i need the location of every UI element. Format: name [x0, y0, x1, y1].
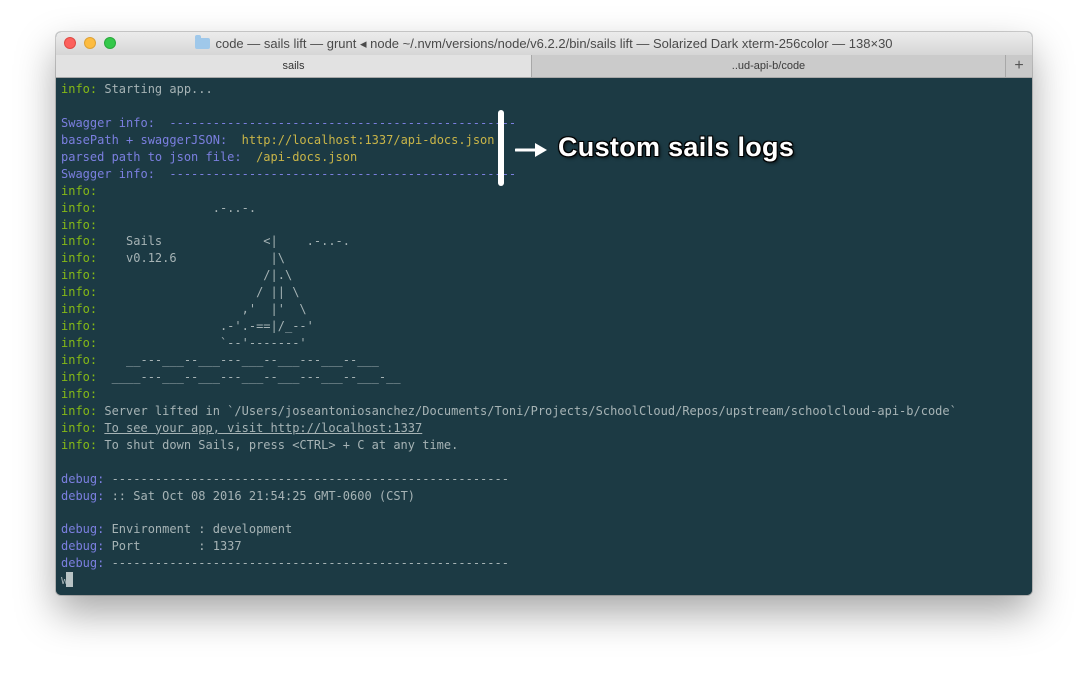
- terminal-text: / || \: [97, 285, 300, 300]
- terminal-text: http://localhost:1337/api-docs.json: [241, 132, 495, 147]
- window-title-text: code — sails lift — grunt ◂ node ~/.nvm/…: [215, 36, 893, 51]
- terminal-text: info:: [61, 302, 98, 317]
- new-tab-button[interactable]: +: [1006, 55, 1032, 77]
- terminal-text: info:: [61, 183, 98, 198]
- terminal-line: info: / || \: [61, 284, 957, 301]
- text-cursor: [66, 572, 74, 588]
- terminal-text: info:: [61, 319, 98, 334]
- terminal-line: info: `--'-------': [61, 335, 957, 352]
- terminal-text: info:: [61, 251, 98, 266]
- terminal-text: `--'-------': [97, 336, 307, 351]
- terminal-line: info: Server lifted in `/Users/joseanton…: [61, 403, 957, 420]
- terminal-line: parsed path to json file: /api-docs.json: [61, 149, 957, 166]
- terminal-text: Swagger info: --------------------------…: [61, 166, 517, 181]
- terminal-line: w: [61, 572, 957, 589]
- terminal-text: Swagger info: --------------------------…: [61, 115, 517, 130]
- tab-label: sails: [282, 60, 305, 72]
- terminal-text: info:: [61, 386, 98, 401]
- terminal-line: info: Sails <| .-..-.: [61, 233, 957, 250]
- terminal-line: info:: [61, 183, 957, 200]
- terminal-text: parsed path to json file:: [61, 149, 257, 164]
- terminal-text: Sails <| .-..-.: [97, 234, 350, 249]
- terminal-line: info: ,' |' \: [61, 301, 957, 318]
- terminal-text: info:: [61, 268, 98, 283]
- terminal-text: Environment : development: [104, 522, 293, 537]
- terminal-text: ,' |' \: [97, 302, 307, 317]
- terminal-text: info:: [61, 353, 98, 367]
- terminal-line: info: To shut down Sails, press <CTRL> +…: [61, 437, 957, 454]
- terminal-line: info: Starting app...: [61, 81, 957, 98]
- terminal-text: info:: [61, 369, 98, 384]
- terminal-text: /|.\: [97, 268, 293, 283]
- window-title: code — sails lift — grunt ◂ node ~/.nvm/…: [56, 32, 1032, 55]
- terminal-text: debug:: [61, 522, 105, 537]
- terminal-text: debug:: [61, 471, 105, 486]
- terminal-text: ----------------------------------------…: [104, 556, 509, 571]
- folder-icon: [195, 35, 211, 49]
- terminal-line: info: .-..-.: [61, 200, 957, 217]
- terminal-text: To see your app, visit http://localhost:…: [104, 420, 423, 435]
- terminal-text: info:: [61, 420, 98, 435]
- terminal-text: Port : 1337: [104, 539, 242, 554]
- terminal-text: info:: [61, 285, 98, 300]
- terminal-line: info:: [61, 217, 957, 234]
- terminal-text: info:: [61, 336, 98, 351]
- tab-bar: sails ..ud-api-b/code +: [56, 55, 1032, 78]
- title-bar[interactable]: code — sails lift — grunt ◂ node ~/.nvm/…: [56, 32, 1032, 56]
- terminal-line: debug: Port : 1337: [61, 538, 957, 555]
- terminal-line: Swagger info: --------------------------…: [61, 115, 957, 132]
- terminal-text: info:: [61, 437, 98, 452]
- terminal-line: debug: ---------------------------------…: [61, 555, 957, 572]
- terminal-text: /api-docs.json: [256, 149, 358, 164]
- terminal-line: info: /|.\: [61, 267, 957, 284]
- terminal-text: debug:: [61, 488, 105, 503]
- terminal-line: basePath + swaggerJSON: http://localhost…: [61, 132, 957, 149]
- tab-sails[interactable]: sails: [56, 55, 532, 77]
- terminal-text: v0.12.6 |\: [97, 251, 285, 266]
- terminal-line: info:: [61, 386, 957, 403]
- terminal-text: :: Sat Oct 08 2016 21:54:25 GMT-0600 (CS…: [104, 488, 416, 503]
- terminal-line: info: ____---___--___---___--___---___--…: [61, 369, 957, 386]
- terminal-line: info: To see your app, visit http://loca…: [61, 420, 957, 437]
- terminal-text: info:: [61, 200, 98, 215]
- terminal-line: debug: Environment : development: [61, 521, 957, 538]
- terminal-window: code — sails lift — grunt ◂ node ~/.nvm/…: [56, 32, 1032, 595]
- terminal-text: info:: [61, 403, 98, 418]
- terminal-line: Swagger info: --------------------------…: [61, 166, 957, 183]
- terminal-text: Server lifted in `/Users/joseantoniosanc…: [97, 403, 957, 418]
- terminal-text: info:: [61, 234, 98, 249]
- terminal-text: basePath + swaggerJSON:: [61, 132, 242, 147]
- tab-code[interactable]: ..ud-api-b/code: [532, 55, 1006, 77]
- terminal-text: info:: [61, 82, 98, 96]
- terminal-text: ____---___--___---___--___---___--___-__: [97, 369, 401, 384]
- tab-label: ..ud-api-b/code: [731, 60, 806, 72]
- terminal-text: debug:: [61, 539, 105, 554]
- terminal-text: ----------------------------------------…: [104, 471, 509, 486]
- terminal-text: .-'.-==|/_--': [97, 319, 314, 334]
- terminal-lines: info: Starting app... Swagger info: ----…: [61, 81, 957, 589]
- arrow-right-icon: [515, 143, 547, 157]
- terminal-text: Starting app...: [97, 82, 213, 96]
- terminal-line: info: v0.12.6 |\: [61, 250, 957, 267]
- annotation-bracket: [498, 110, 504, 186]
- terminal-line: debug: ---------------------------------…: [61, 471, 957, 488]
- terminal-text: info:: [61, 217, 98, 232]
- terminal-text: To shut down Sails, press <CTRL> + C at …: [97, 437, 459, 452]
- annotation-label: Custom sails logs: [558, 132, 795, 162]
- terminal-line: info: __---___--___---___--___---___--__…: [61, 352, 957, 369]
- terminal-text: .-..-.: [97, 200, 257, 215]
- terminal-line: debug: :: Sat Oct 08 2016 21:54:25 GMT-0…: [61, 488, 957, 505]
- terminal-line: info: .-'.-==|/_--': [61, 318, 957, 335]
- terminal-text: __---___--___---___--___---___--___: [97, 353, 379, 367]
- terminal-text: debug:: [61, 556, 105, 571]
